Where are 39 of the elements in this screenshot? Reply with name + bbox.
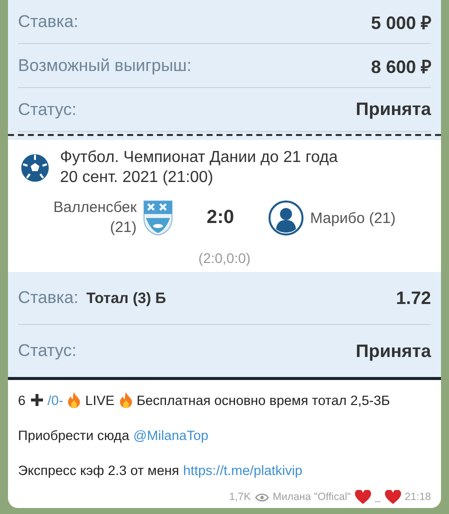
period-scores: (2:0,0:0) <box>198 250 251 266</box>
row-value: 8 600 ₽ <box>370 56 431 78</box>
mention-link[interactable]: @MilanaTop <box>133 428 208 443</box>
away-team-name: Марибо (21) <box>310 210 396 226</box>
fire-icon <box>67 392 82 408</box>
row-value: 1.72 <box>396 288 431 308</box>
event-date: 20 сент. 2021 (21:00) <box>60 168 214 188</box>
match-score: 2:0 <box>206 207 234 229</box>
row-label: Статус: <box>18 341 76 361</box>
row-label: Статус: <box>18 100 76 120</box>
eye-icon <box>254 492 269 502</box>
message-text: Бесплатная основно время тотал 2,5-3Б <box>136 392 390 408</box>
home-team-name: Валленсбек <box>53 198 137 218</box>
url-link[interactable]: https://t.me/platkivip <box>183 463 302 478</box>
bet-market: Тотал (3) Б <box>86 290 166 307</box>
author-signature: Милана "Offical" <box>272 491 351 503</box>
heart-icon <box>384 490 401 504</box>
message-text: LIVE <box>85 392 115 408</box>
hashtag-text: /0- <box>48 392 64 408</box>
author-signature-separator: _ <box>374 491 381 503</box>
plus-icon <box>30 393 44 407</box>
message-text: 6 <box>18 392 26 408</box>
home-team-age: (21) <box>110 218 137 238</box>
fire-icon <box>118 392 133 408</box>
avatar-icon <box>268 200 304 236</box>
row-label: Ставка: <box>18 12 78 32</box>
row-value: Принята <box>356 99 431 120</box>
message-text: Экспресс кэф 2.3 от меня <box>18 463 180 478</box>
row-value: Принята <box>356 340 431 362</box>
row-label: Возможный выигрыш: <box>18 56 192 76</box>
row-value: 5 000 ₽ <box>370 12 431 34</box>
message-text: Приобрести сюда <box>18 428 130 443</box>
message-time: 21:18 <box>404 491 431 503</box>
view-count: 1,7K <box>229 491 251 503</box>
soccer-ball-icon <box>20 153 50 183</box>
row-label: Ставка: <box>18 288 78 308</box>
event-title: Футбол. Чемпионат Дании до 21 года <box>60 148 338 168</box>
heart-icon <box>354 490 371 504</box>
shield-icon <box>142 200 173 236</box>
